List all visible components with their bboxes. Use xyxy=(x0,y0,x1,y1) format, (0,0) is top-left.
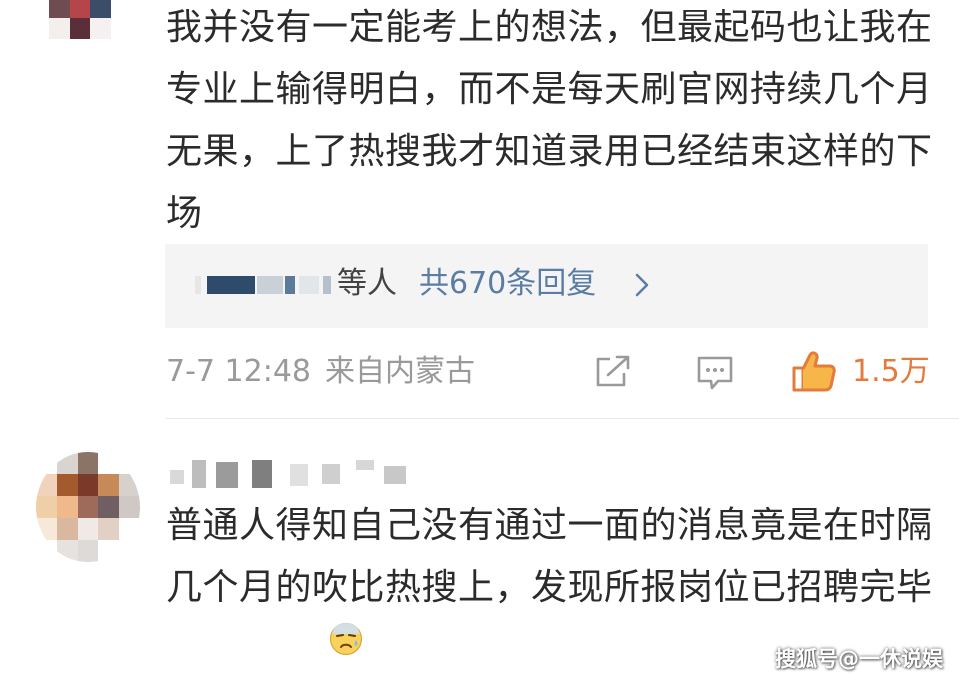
avatar-mosaic-cell xyxy=(98,540,120,562)
reply-usernames-blurred xyxy=(195,274,331,296)
reply-suffix: 等人 xyxy=(337,266,397,301)
sweat-face-emoji xyxy=(329,622,363,656)
avatar-mosaic-cell xyxy=(48,18,70,40)
avatar-mosaic-cell xyxy=(36,518,57,540)
avatar-mosaic-cell xyxy=(36,474,57,496)
avatar-mosaic-cell xyxy=(69,0,91,19)
avatar-mosaic-cell xyxy=(98,452,120,474)
avatar-mosaic-cell xyxy=(36,496,57,518)
avatar-mosaic-cell xyxy=(98,518,120,540)
avatar-mosaic-cell xyxy=(56,474,78,496)
avatar-mosaic-cell xyxy=(77,474,99,496)
comment-divider xyxy=(166,418,959,419)
avatar-mosaic-cell xyxy=(90,39,112,60)
avatar-mosaic-cell xyxy=(90,0,112,19)
avatar-mosaic-cell xyxy=(28,0,49,19)
comment-2-avatar[interactable] xyxy=(36,452,140,562)
avatar-mosaic-cell xyxy=(69,39,91,60)
comment-1-meta: 7-7 12:48 来自内蒙古 xyxy=(166,350,475,394)
comment-timestamp: 7-7 12:48 xyxy=(166,354,311,389)
comment-location: 来自内蒙古 xyxy=(325,354,475,389)
avatar-mosaic-cell xyxy=(119,540,140,562)
avatar-mosaic-cell xyxy=(77,452,99,474)
avatar-mosaic-cell xyxy=(90,18,112,40)
avatar-mosaic-cell xyxy=(56,496,78,518)
avatar-mosaic-cell xyxy=(56,540,78,562)
avatar-mosaic-cell xyxy=(111,18,132,40)
avatar-mosaic-cell xyxy=(56,452,78,474)
avatar-mosaic-cell xyxy=(98,496,120,518)
share-icon[interactable] xyxy=(594,355,632,389)
comment-icon[interactable] xyxy=(696,355,734,391)
avatar-mosaic-cell xyxy=(119,452,140,474)
thumbs-up-icon[interactable] xyxy=(792,350,836,392)
chevron-right-icon xyxy=(635,273,649,297)
avatar-mosaic-cell xyxy=(28,39,49,60)
watermark: 搜狐号@一休说娱 xyxy=(775,647,943,671)
reply-count-link[interactable]: 共670条回复 xyxy=(419,264,596,304)
avatar-mosaic-cell xyxy=(119,496,140,518)
avatar-mosaic-cell xyxy=(56,518,78,540)
like-count: 1.5万 xyxy=(852,354,930,389)
avatar-mosaic-cell xyxy=(111,39,132,60)
comment-1-text: 我并没有一定能考上的想法，但最起码也让我在专业上输得明白，而不是每天刷官网持续几… xyxy=(166,7,933,234)
reply-summary[interactable]: 等人 共670条回复 xyxy=(165,244,928,328)
comment-2-username-blurred xyxy=(170,458,420,488)
avatar-mosaic-cell xyxy=(98,474,120,496)
avatar-mosaic-cell xyxy=(28,18,49,40)
avatar-mosaic-cell xyxy=(36,540,57,562)
avatar-mosaic-cell xyxy=(77,540,99,562)
avatar-mosaic-cell xyxy=(77,496,99,518)
avatar-mosaic-cell xyxy=(119,474,140,496)
avatar-mosaic-cell xyxy=(36,452,57,474)
avatar-mosaic-cell xyxy=(119,518,140,540)
avatar-mosaic-cell xyxy=(48,39,70,60)
avatar-mosaic-cell xyxy=(77,518,99,540)
comment-2-text: 普通人得知自己没有通过一面的消息竟是在时隔几个月的吹比热搜上，发现所报岗位已招聘… xyxy=(166,495,946,619)
comment-1-avatar[interactable] xyxy=(28,0,132,60)
avatar-mosaic-cell xyxy=(111,0,132,19)
avatar-mosaic-cell xyxy=(69,18,91,40)
avatar-mosaic-cell xyxy=(48,0,70,19)
comment-2-text-content: 普通人得知自己没有通过一面的消息竟是在时隔几个月的吹比热搜上，发现所报岗位已招聘… xyxy=(166,505,933,608)
